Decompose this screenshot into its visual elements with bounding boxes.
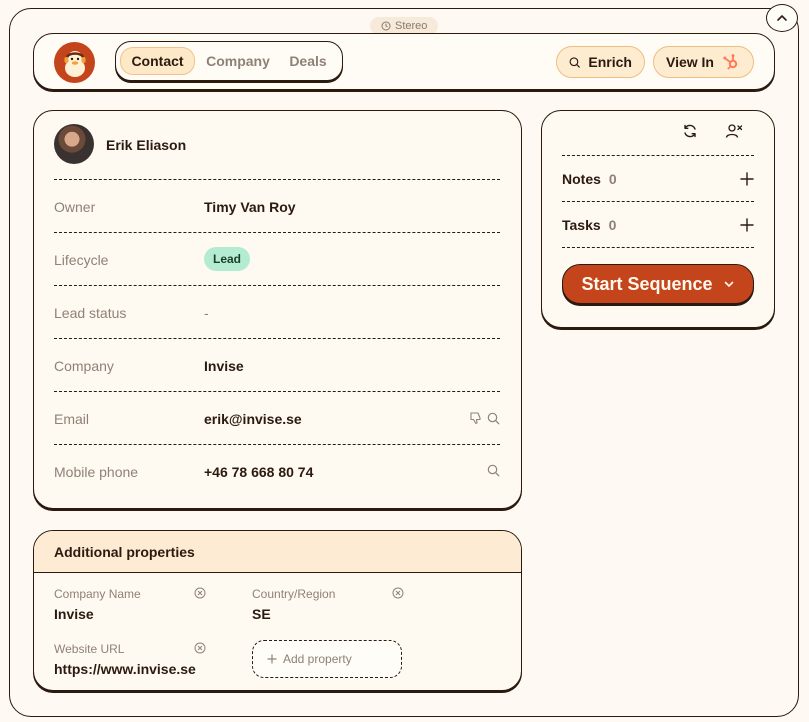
email-actions <box>469 411 500 425</box>
property-value[interactable]: Invise <box>54 606 206 622</box>
search-icon <box>569 56 580 68</box>
chevron-down-icon <box>724 281 733 288</box>
property-label: Mobile phone <box>54 464 139 480</box>
chevron-up-icon <box>777 14 787 21</box>
collapse-button[interactable] <box>766 4 798 32</box>
property-label: Email <box>54 411 90 427</box>
property-row-company: Company Invise <box>54 338 500 391</box>
stereo-badge-label: Stereo <box>395 20 428 32</box>
lead-status-value[interactable]: - <box>204 305 209 321</box>
property-country-region: Country/Region SE <box>252 587 404 622</box>
notes-label: Notes <box>562 170 601 187</box>
add-property-label: Add property <box>283 652 352 666</box>
tab-bar: Contact Company Deals <box>115 41 343 81</box>
lifecycle-badge[interactable]: Lead <box>204 247 251 271</box>
enrich-button-label: Enrich <box>588 54 632 70</box>
company-value[interactable]: Invise <box>204 358 244 374</box>
add-task-button[interactable] <box>740 217 754 232</box>
additional-properties-card: Additional properties Company Name Invis… <box>33 530 522 691</box>
tab-contact-label: Contact <box>131 53 184 69</box>
tasks-count: 0 <box>608 216 617 233</box>
refresh-icon[interactable] <box>682 123 698 139</box>
owner-value[interactable]: Timy Van Roy <box>204 199 296 215</box>
property-label: Company Name <box>54 587 141 601</box>
add-property-button[interactable]: Add property <box>252 640 402 678</box>
tab-deals[interactable]: Deals <box>280 47 336 75</box>
additional-properties-title: Additional properties <box>34 531 521 573</box>
tab-company-label: Company <box>206 53 270 69</box>
notes-count: 0 <box>608 170 617 187</box>
property-company-name: Company Name Invise <box>54 587 206 622</box>
property-label: Company <box>54 358 114 374</box>
close-circle-icon[interactable] <box>194 642 206 654</box>
property-row-mobile-phone: Mobile phone +46 78 668 80 74 <box>54 444 500 497</box>
enrich-button[interactable]: Enrich <box>556 46 645 78</box>
property-label: Lifecycle <box>54 252 109 268</box>
activity-card: Notes 0 Tasks 0 Start Sequence <box>541 110 775 328</box>
search-icon[interactable] <box>487 412 500 425</box>
plus-icon <box>740 217 754 232</box>
thumbs-down-icon[interactable] <box>469 411 483 425</box>
property-value[interactable]: https://www.invise.se <box>54 661 206 677</box>
tab-deals-label: Deals <box>289 53 327 69</box>
tasks-row[interactable]: Tasks 0 <box>562 201 754 247</box>
divider <box>562 247 754 248</box>
search-icon[interactable] <box>487 464 500 477</box>
plus-icon <box>267 654 277 664</box>
property-row-owner: Owner Timy Van Roy <box>54 179 500 232</box>
hubspot-icon <box>723 54 738 70</box>
plus-icon <box>740 171 754 186</box>
tasks-label: Tasks <box>562 216 601 233</box>
property-label: Country/Region <box>252 587 336 601</box>
avatar <box>54 124 94 164</box>
view-in-hubspot-button[interactable]: View In <box>653 46 754 78</box>
contact-card: Erik Eliason Owner Timy Van Roy Lifecycl… <box>33 110 522 509</box>
property-label: Website URL <box>54 642 125 656</box>
property-website-url: Website URL https://www.invise.se <box>54 642 206 677</box>
duck-mascot-icon <box>64 50 85 77</box>
property-label: Lead status <box>54 305 127 321</box>
start-sequence-button[interactable]: Start Sequence <box>562 264 754 304</box>
contact-name: Erik Eliason <box>106 137 187 153</box>
tab-contact[interactable]: Contact <box>120 47 195 75</box>
property-row-lead-status: Lead status - <box>54 285 500 338</box>
mobile-phone-value[interactable]: +46 78 668 80 74 <box>204 464 313 480</box>
notes-row[interactable]: Notes 0 <box>562 155 754 201</box>
property-row-lifecycle: Lifecycle Lead <box>54 232 500 285</box>
start-sequence-label: Start Sequence <box>581 273 713 294</box>
remove-user-icon[interactable] <box>725 123 743 139</box>
close-circle-icon[interactable] <box>194 587 206 599</box>
stereo-logo <box>54 42 95 83</box>
add-note-button[interactable] <box>740 171 754 186</box>
top-bar: Contact Company Deals Enrich View In <box>33 33 775 90</box>
email-value[interactable]: erik@invise.se <box>204 411 302 427</box>
tab-company[interactable]: Company <box>200 47 276 75</box>
property-value[interactable]: SE <box>252 606 404 622</box>
property-label: Owner <box>54 199 96 215</box>
property-row-email: Email erik@invise.se <box>54 391 500 444</box>
clock-icon <box>381 21 391 31</box>
phone-actions <box>487 464 500 477</box>
close-circle-icon[interactable] <box>392 587 404 599</box>
view-in-button-label: View In <box>666 54 714 70</box>
